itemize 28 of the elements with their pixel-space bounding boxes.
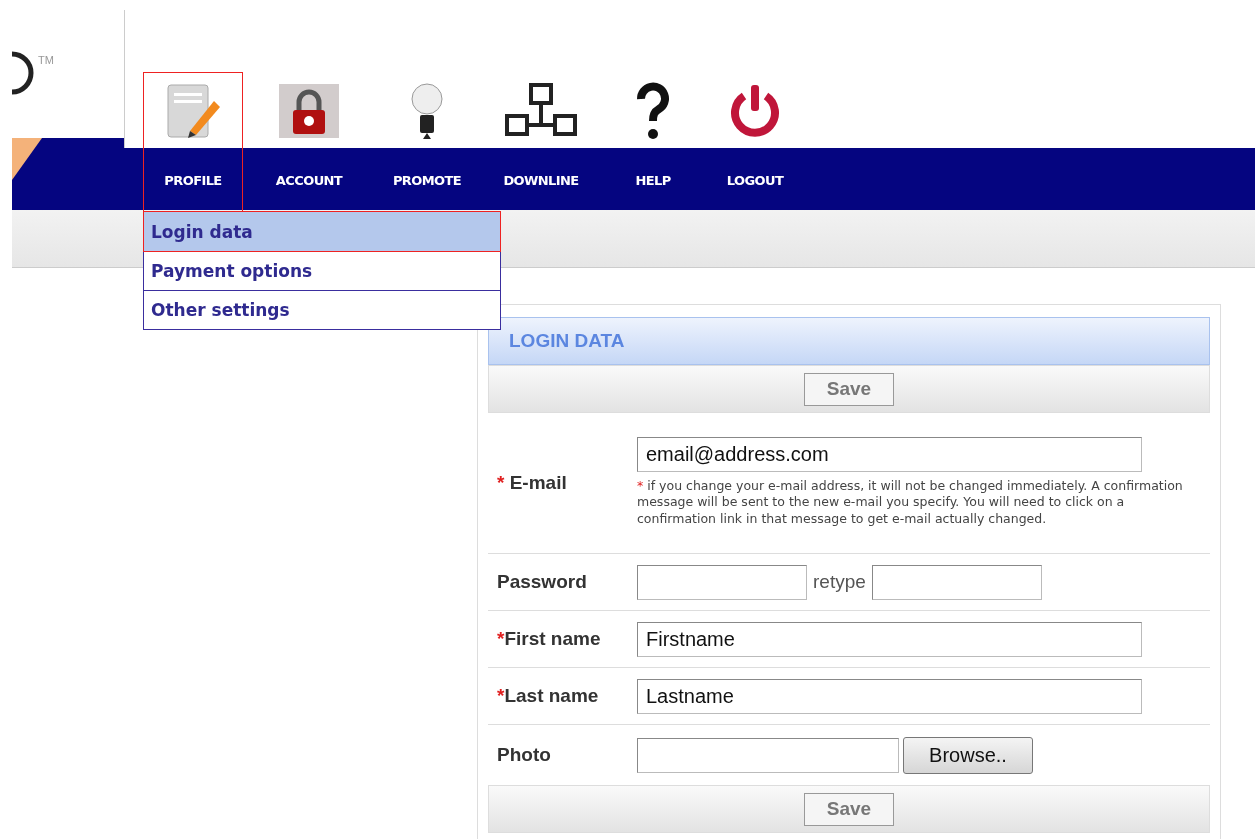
field-label: * E-mail — [496, 472, 568, 494]
field-label: *First name — [496, 628, 602, 650]
trademark-sign: TM — [38, 54, 54, 66]
input-field[interactable] — [637, 564, 807, 600]
field-label: Photo — [496, 744, 552, 766]
lightbulb-icon — [410, 81, 444, 141]
nav-tab[interactable]: PROFILE — [143, 72, 243, 212]
nav-tab[interactable]: LOGOUT — [705, 72, 805, 212]
input-field[interactable]: Firstname — [637, 621, 1142, 657]
nav-tab[interactable]: DOWNLINE — [491, 72, 591, 212]
input-field[interactable]: Lastname — [637, 678, 1142, 714]
input-field[interactable]: email@address.com — [637, 437, 1142, 473]
field-label: Password — [496, 571, 588, 593]
nav-tab[interactable]: PROMOTE — [377, 72, 477, 212]
padlock-icon — [277, 82, 341, 140]
file-field[interactable] — [637, 737, 899, 773]
field-label: retype — [813, 571, 866, 593]
input-field[interactable] — [871, 564, 1042, 600]
nav-tab[interactable]: ACCOUNT — [259, 72, 359, 212]
menu-item[interactable]: Login data — [144, 212, 500, 251]
field-label: *Last name — [496, 685, 600, 707]
nav-tab[interactable]: HELP — [603, 72, 703, 212]
help-text: * if you change your e-mail address, it will not be changed immediately. A confirmation message will be sent to the new e-mail you specify. You will need to click on a confirmation link in that message to get e-mail actually changed. — [637, 478, 1184, 527]
save-button[interactable]: Save — [804, 372, 894, 406]
save-button[interactable]: Save — [804, 792, 894, 826]
browse-button[interactable]: Browse.. — [903, 736, 1033, 774]
question-mark-icon — [635, 81, 671, 141]
panel-title: LOGIN DATA — [488, 317, 1210, 365]
